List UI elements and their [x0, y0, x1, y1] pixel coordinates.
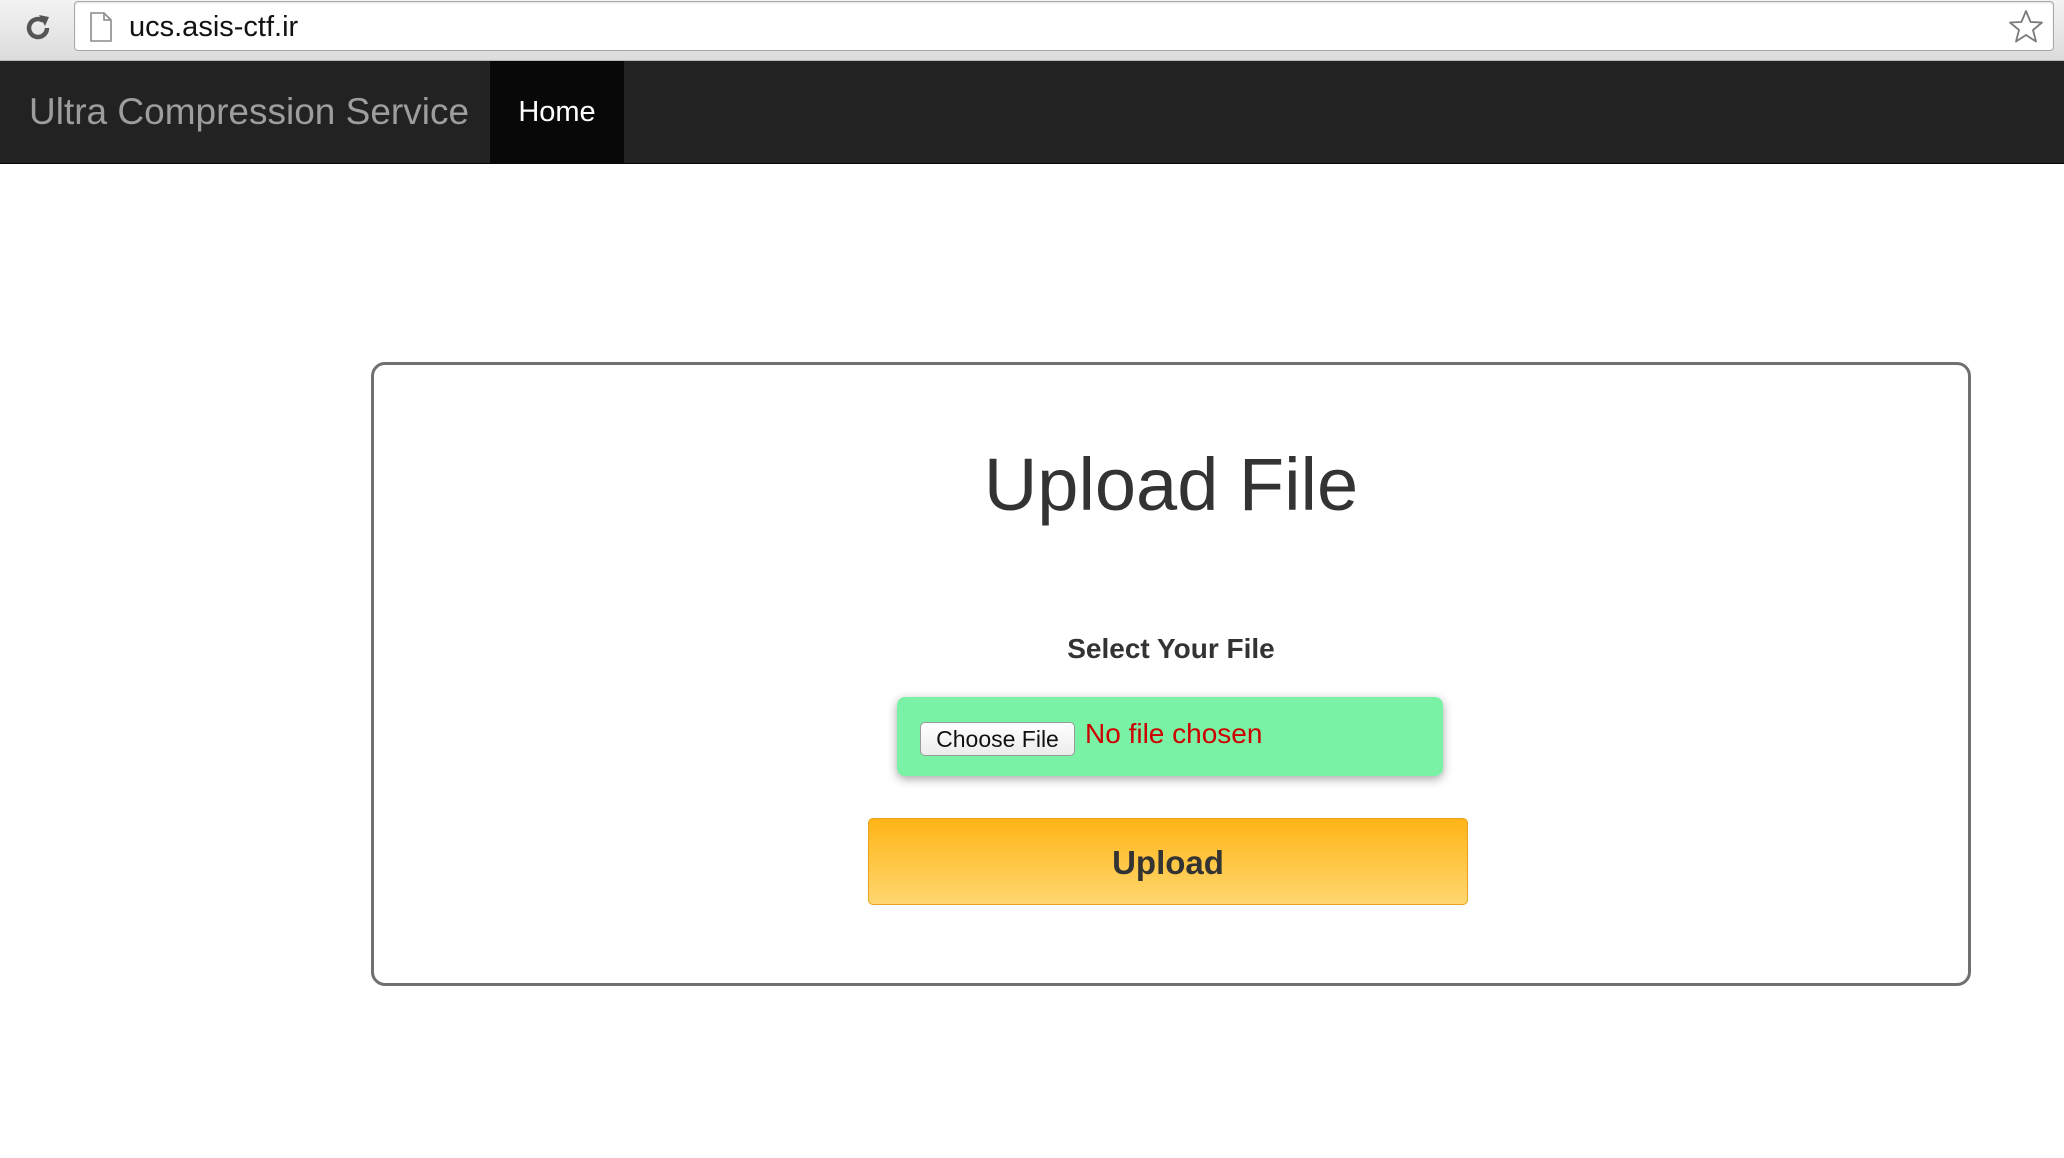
choose-file-button[interactable]: Choose File — [920, 722, 1075, 756]
navbar: Ultra Compression Service Home — [0, 61, 2064, 164]
select-file-label: Select Your File — [1067, 633, 1275, 664]
document-icon — [90, 12, 112, 42]
reload-icon — [26, 15, 50, 40]
address-bar[interactable]: ucs.asis-ctf.ir — [74, 1, 2054, 51]
reload-button[interactable] — [18, 8, 58, 48]
nav-item-home[interactable]: Home — [490, 61, 624, 163]
upload-card: Upload File Select Your File Choose File… — [371, 362, 1971, 986]
file-input-container: Choose File No file chosen — [897, 697, 1443, 776]
star-icon[interactable] — [2007, 8, 2045, 46]
brand-link[interactable]: Ultra Compression Service — [29, 61, 469, 163]
url-text: ucs.asis-ctf.ir — [129, 11, 299, 43]
browser-toolbar: ucs.asis-ctf.ir — [0, 0, 2064, 61]
file-status-text: No file chosen — [1085, 718, 1263, 749]
page-title: Upload File — [983, 443, 1359, 526]
upload-button[interactable]: Upload — [868, 818, 1468, 905]
